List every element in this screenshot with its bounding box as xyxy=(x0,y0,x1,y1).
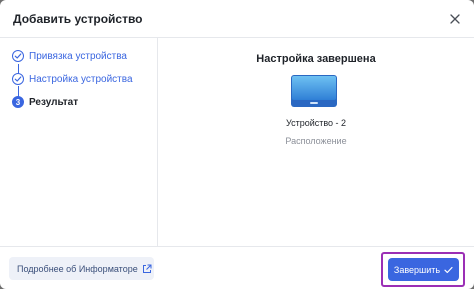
info-link-label: Подробнее об Информаторе xyxy=(17,263,138,274)
check-icon xyxy=(444,266,453,274)
device-icon xyxy=(290,74,338,113)
dialog-header: Добавить устройство xyxy=(0,0,474,38)
dialog-title: Добавить устройство xyxy=(13,12,143,26)
step-label: Настройка устройства xyxy=(29,73,133,85)
device-name: Устройство - 2 xyxy=(285,118,347,128)
finish-button[interactable]: Завершить xyxy=(388,258,459,281)
close-icon[interactable] xyxy=(446,10,464,28)
dialog-footer: Подробнее об Информаторе Завершить xyxy=(0,246,474,289)
check-icon xyxy=(12,73,24,85)
check-icon xyxy=(12,50,24,62)
finish-label: Завершить xyxy=(393,264,441,275)
step-device-settings[interactable]: Настройка устройства xyxy=(12,72,133,86)
steps-sidebar: Привязка устройства Настройка устройства… xyxy=(0,38,158,246)
device-location: Расположение xyxy=(285,136,347,146)
info-link-button[interactable]: Подробнее об Информаторе xyxy=(9,257,154,280)
step-result[interactable]: 3 Результат xyxy=(12,95,78,109)
external-link-icon xyxy=(142,264,152,274)
step-label: Привязка устройства xyxy=(29,50,127,62)
step-label: Результат xyxy=(29,96,79,108)
result-title: Настройка завершена xyxy=(256,53,376,65)
step-device-binding[interactable]: Привязка устройства xyxy=(12,49,127,63)
result-panel: Настройка завершена Устройство - 2 Распо… xyxy=(158,38,474,246)
add-device-dialog: Добавить устройство Привязка устройства … xyxy=(0,0,474,289)
step-number: 3 xyxy=(12,96,24,108)
